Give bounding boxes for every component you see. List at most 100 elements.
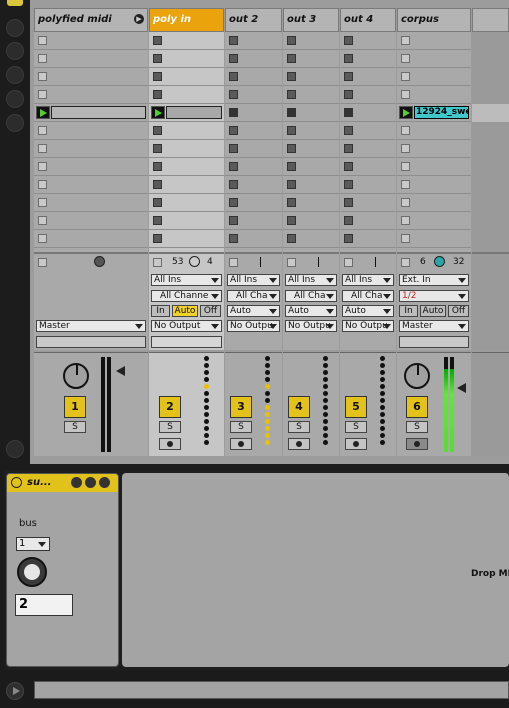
track-header-out-4[interactable]: out 4 [340, 8, 396, 32]
send-icon[interactable] [6, 66, 24, 84]
stop-slot-button[interactable] [344, 234, 353, 243]
automation-icon[interactable] [6, 440, 24, 458]
edit-icon[interactable] [85, 477, 96, 488]
stop-slot-button[interactable] [401, 90, 410, 99]
audio-clip[interactable]: 12924_swee [414, 106, 469, 119]
number-box[interactable]: 2 [15, 594, 73, 616]
clip-box[interactable] [51, 106, 146, 119]
track-number[interactable]: 3 [230, 396, 252, 418]
fader-arrow-icon[interactable] [457, 383, 466, 393]
clip-slot[interactable] [340, 176, 396, 194]
clip-box[interactable] [166, 106, 222, 119]
stop-slot-button[interactable] [38, 216, 47, 225]
clip-slot[interactable] [283, 68, 339, 86]
clip-slot[interactable] [225, 50, 282, 68]
input-channel-select[interactable]: All Cha [227, 290, 280, 302]
clip-launch-icon[interactable] [151, 106, 165, 119]
play-icon[interactable] [6, 682, 24, 700]
stop-slot-button[interactable] [229, 144, 238, 153]
input-icon[interactable] [6, 19, 24, 37]
clip-slot[interactable] [34, 140, 148, 158]
stop-slot-button[interactable] [287, 36, 296, 45]
clip-slot[interactable] [225, 32, 282, 50]
stop-slot-button[interactable] [401, 36, 410, 45]
stop-slot-button[interactable] [287, 198, 296, 207]
stop-slot-button[interactable] [401, 180, 410, 189]
output-channel-select[interactable] [36, 336, 146, 348]
clip-slot[interactable] [283, 122, 339, 140]
stop-slot-button[interactable] [38, 198, 47, 207]
clip-slot[interactable] [34, 86, 148, 104]
clip-slot[interactable] [34, 158, 148, 176]
track-number[interactable]: 4 [288, 396, 310, 418]
dial-icon[interactable] [434, 256, 445, 267]
clip-slot[interactable]: 12924_swee [397, 104, 471, 122]
stop-slot-button[interactable] [287, 72, 296, 81]
stop-slot-button[interactable] [344, 180, 353, 189]
stop-slot-button[interactable] [287, 108, 296, 117]
stop-slot-button[interactable] [38, 180, 47, 189]
stop-slot-button[interactable] [38, 90, 47, 99]
solo-button[interactable]: S [64, 421, 86, 433]
clip-slot[interactable] [34, 32, 148, 50]
input-type-select[interactable]: All Ins [227, 274, 280, 286]
clip-slot[interactable] [283, 158, 339, 176]
stop-slot-button[interactable] [229, 108, 238, 117]
clip-slot[interactable] [340, 212, 396, 230]
clip-slot[interactable] [340, 86, 396, 104]
stop-slot-button[interactable] [229, 162, 238, 171]
clip-slot[interactable] [34, 194, 148, 212]
pan-knob-icon[interactable] [404, 363, 430, 389]
input-type-select[interactable]: All Ins [342, 274, 394, 286]
stop-slot-button[interactable] [401, 216, 410, 225]
stop-slot-button[interactable] [229, 72, 238, 81]
stop-slot-button[interactable] [344, 72, 353, 81]
solo-button[interactable]: S [159, 421, 181, 433]
stop-slot-button[interactable] [344, 54, 353, 63]
clip-slot[interactable] [225, 158, 282, 176]
clip-slot[interactable] [397, 158, 471, 176]
clip-slot[interactable] [397, 212, 471, 230]
bus-select[interactable]: 1 [16, 537, 50, 551]
stop-slot-button[interactable] [153, 90, 162, 99]
input-channel-select[interactable]: All Cha [285, 290, 337, 302]
stop-slot-button[interactable] [153, 36, 162, 45]
output-select[interactable]: No Output [151, 320, 222, 332]
arm-button[interactable] [345, 438, 367, 450]
monitor-off-button[interactable]: Off [200, 305, 221, 317]
stop-slot-button[interactable] [287, 90, 296, 99]
stop-slot-button[interactable] [229, 216, 238, 225]
clip-slot[interactable] [149, 50, 224, 68]
stop-slot-button[interactable] [401, 162, 410, 171]
clip-slot[interactable] [149, 230, 224, 248]
stop-slot-button[interactable] [344, 162, 353, 171]
clip-slot[interactable] [225, 140, 282, 158]
track-header-corpus[interactable]: corpus [397, 8, 471, 32]
device-power-icon[interactable] [11, 477, 22, 488]
stop-slot-button[interactable] [287, 144, 296, 153]
clip-slot[interactable] [283, 230, 339, 248]
track-header-poly-in[interactable]: poly in [149, 8, 224, 32]
track-header-master[interactable] [472, 8, 509, 32]
clip-slot[interactable] [225, 230, 282, 248]
clip-slot[interactable] [34, 230, 148, 248]
clip-slot[interactable] [149, 86, 224, 104]
stop-slot-button[interactable] [38, 54, 47, 63]
stop-slot-button[interactable] [287, 180, 296, 189]
stop-slot-button[interactable] [344, 108, 353, 117]
stop-slot-button[interactable] [38, 144, 47, 153]
clip-slot[interactable] [397, 122, 471, 140]
clip-slot[interactable] [34, 50, 148, 68]
arm-button[interactable] [288, 438, 310, 450]
monitor-select[interactable]: Auto [285, 305, 337, 317]
track-fold-icon[interactable]: ▶ [134, 14, 144, 24]
stop-slot-button[interactable] [401, 72, 410, 81]
stop-button[interactable] [344, 258, 353, 267]
clip-slot[interactable] [225, 194, 282, 212]
stop-slot-button[interactable] [229, 36, 238, 45]
monitor-select[interactable]: Auto [342, 305, 394, 317]
clip-slot[interactable] [340, 230, 396, 248]
clip-slot[interactable] [34, 212, 148, 230]
output-select[interactable]: No Outpu [342, 320, 394, 332]
clip-slot[interactable] [397, 140, 471, 158]
